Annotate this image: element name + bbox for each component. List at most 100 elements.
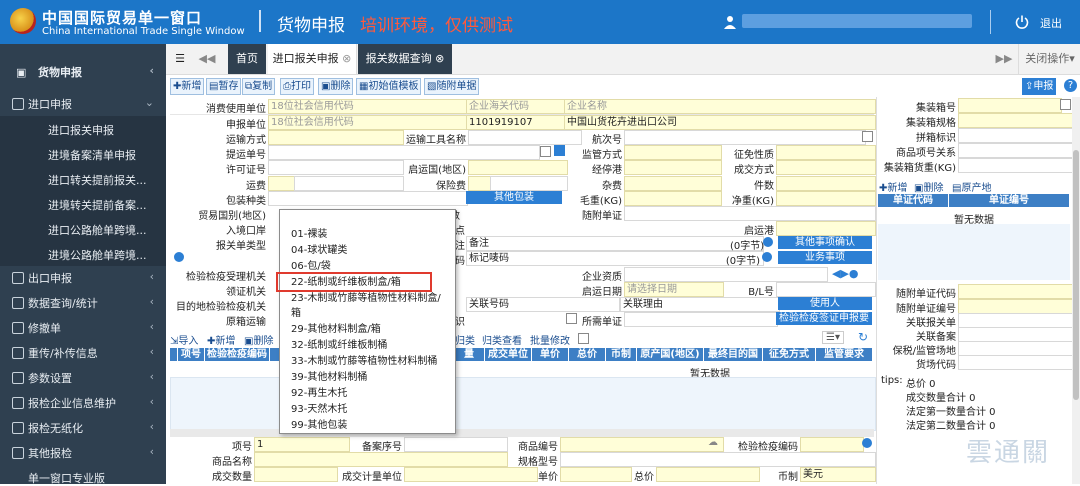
business-items-button[interactable]: 业务事项 xyxy=(778,251,872,264)
insp-more-icon[interactable] xyxy=(862,438,872,448)
tab-import-declare[interactable]: 进口报关申报 ⊗ xyxy=(268,44,357,74)
rp-col-doc-no[interactable]: 单证编号 xyxy=(949,194,1069,207)
sidebar-item-entry-transfer[interactable]: 进境转关提前备案... xyxy=(0,191,166,216)
user-button[interactable]: 使用人 xyxy=(778,297,872,310)
freight-mark-input[interactable] xyxy=(268,176,296,191)
column-menu-icon[interactable]: ☰▾ xyxy=(822,331,844,344)
consignee-code-input[interactable]: 18位社会信用代码 xyxy=(268,99,468,114)
col-deal-qty[interactable]: 量 xyxy=(454,348,484,361)
tax-nature-input[interactable] xyxy=(776,145,876,160)
freight-input[interactable] xyxy=(294,176,404,191)
related-decl-input[interactable] xyxy=(958,313,1074,328)
supervision-input[interactable] xyxy=(624,145,722,160)
copy-button[interactable]: ⧉复制 xyxy=(242,78,276,95)
rp-add-button[interactable]: ✚新增 xyxy=(879,179,907,194)
depart-date-input[interactable]: 请选择日期 xyxy=(624,282,724,297)
rp-col-doc-code[interactable]: 单证代码 xyxy=(878,194,948,207)
save-draft-button[interactable]: ▤暂存 xyxy=(206,78,242,95)
gross-weight-input[interactable] xyxy=(624,191,722,206)
misc-fee-input[interactable] xyxy=(624,176,722,191)
close-tab-icon[interactable]: ⊗ xyxy=(342,52,351,65)
net-weight-input[interactable] xyxy=(776,191,876,206)
col-unit-price[interactable]: 单价 xyxy=(532,348,568,361)
detail-item-no-input[interactable]: 1 xyxy=(254,437,350,452)
insp-cert-button[interactable]: 检验检疫签证申报要 xyxy=(776,312,872,325)
goods-delete-button[interactable]: ▣删除 xyxy=(244,332,273,347)
sidebar-item-import-transfer[interactable]: 进口转关提前报关... xyxy=(0,166,166,191)
container-no-input[interactable] xyxy=(958,98,1062,113)
declarer-customs-input[interactable]: 1101919107 xyxy=(466,115,566,130)
refresh-icon[interactable]: ↻ xyxy=(858,330,868,344)
declare-button[interactable]: ⇪申报 xyxy=(1022,78,1057,95)
insurance-mark-input[interactable] xyxy=(468,176,492,191)
declarer-name-input[interactable]: 中国山货花卉进出口公司 xyxy=(564,115,876,130)
scroll-left-icon[interactable]: ◀◀ xyxy=(196,44,218,74)
declarer-code-input[interactable]: 18位社会信用代码 xyxy=(268,115,468,130)
goods-horizontal-scrollbar[interactable] xyxy=(170,429,874,437)
bl-no-input[interactable] xyxy=(776,282,876,297)
goods-site-input[interactable] xyxy=(958,355,1074,370)
deal-mode-input[interactable] xyxy=(776,160,876,175)
init-template-button[interactable]: ▦初始值模板 xyxy=(356,78,422,95)
tab-home[interactable]: 首页 xyxy=(228,44,266,74)
deal-unit-input[interactable] xyxy=(404,467,538,482)
voyage-input[interactable] xyxy=(624,130,866,145)
help-icon[interactable]: ? xyxy=(1064,79,1077,92)
goods-classify-view-button[interactable]: 归类查看 xyxy=(482,332,522,347)
origin-country-input[interactable] xyxy=(468,160,568,175)
other-matters-button[interactable]: 其他事项确认 xyxy=(778,236,872,249)
col-currency[interactable]: 币制 xyxy=(606,348,636,361)
sidebar-item-import-road[interactable]: 进口公路舱单跨境... xyxy=(0,216,166,241)
close-tab-icon[interactable]: ⊗ xyxy=(435,52,444,65)
remark-more-icon[interactable] xyxy=(763,237,773,247)
col-tax-mode[interactable]: 征免方式 xyxy=(763,348,815,361)
col-item-no[interactable]: 项号 xyxy=(178,348,204,361)
mark-more-icon[interactable] xyxy=(762,252,772,262)
currency-input[interactable]: 美元 xyxy=(800,467,876,482)
col-insp-code[interactable]: 检验检疫编码 xyxy=(205,348,269,361)
assoc-reason-input[interactable]: 关联理由 xyxy=(620,297,780,312)
pieces-input[interactable] xyxy=(776,176,876,191)
attached-docs-button[interactable]: ▧随附单据 xyxy=(424,78,480,95)
add-button[interactable]: ✚新增 xyxy=(170,78,205,95)
attached-doc-input[interactable] xyxy=(624,206,876,221)
license-input[interactable] xyxy=(268,160,404,175)
col-origin[interactable]: 原产国(地区) xyxy=(637,348,703,361)
close-operations-menu[interactable]: 关闭操作▾ xyxy=(1018,44,1080,74)
related-record-input[interactable] xyxy=(958,327,1074,342)
transport-tool-input[interactable] xyxy=(468,130,582,145)
consignee-name-input[interactable]: 企业名称 xyxy=(564,99,876,114)
goods-name-input[interactable] xyxy=(254,452,508,467)
remark-input[interactable]: 备注 xyxy=(466,236,764,251)
goods-classify-button[interactable]: 归类 xyxy=(455,332,475,347)
col-supervision[interactable]: 监管要求 xyxy=(816,348,872,361)
bill-no-checkbox[interactable] xyxy=(540,146,551,157)
cloud-icon[interactable]: ☁ xyxy=(708,437,718,448)
voyage-checkbox[interactable] xyxy=(862,131,873,142)
qual-nav-icons[interactable]: ◀▶● xyxy=(832,267,872,280)
bill-no-input[interactable] xyxy=(268,145,540,160)
rp-origin-button[interactable]: ▤原产地 xyxy=(952,179,991,194)
scroll-right-icon[interactable]: ▶▶ xyxy=(994,44,1014,74)
goods-import-button[interactable]: ⇲导入 xyxy=(170,332,198,347)
consignee-customs-input[interactable]: 企业海关代码 xyxy=(466,99,566,114)
goods-code-input[interactable] xyxy=(560,437,724,452)
other-pack-button[interactable]: 其他包装 xyxy=(466,191,562,204)
pack-type-input[interactable] xyxy=(268,191,468,206)
col-dest[interactable]: 最终目的国 xyxy=(704,348,762,361)
power-icon[interactable] xyxy=(1015,15,1029,29)
spec-input[interactable] xyxy=(560,452,876,467)
transport-mode-input[interactable] xyxy=(268,130,404,145)
expand-icon[interactable] xyxy=(174,252,184,262)
ent-qual-input[interactable] xyxy=(624,267,828,282)
col-total-price[interactable]: 总价 xyxy=(569,348,605,361)
print-button[interactable]: ⎙打印 xyxy=(280,78,314,95)
container-spec-input[interactable] xyxy=(958,113,1074,128)
unit-price-input[interactable] xyxy=(560,467,632,482)
required-doc-input[interactable] xyxy=(624,312,778,327)
bill-no-lookup-icon[interactable] xyxy=(554,145,565,156)
container-weight-input[interactable] xyxy=(958,158,1074,173)
logout-link[interactable]: 退出 xyxy=(1040,15,1062,31)
depart-port-input[interactable] xyxy=(776,221,876,236)
rp-delete-button[interactable]: ▣删除 xyxy=(914,179,943,194)
